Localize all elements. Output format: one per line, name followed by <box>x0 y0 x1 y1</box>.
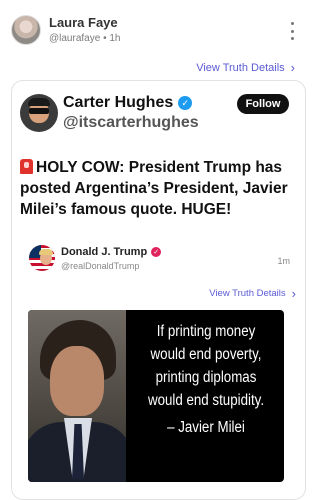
verified-badge-icon: ✓ <box>178 96 193 110</box>
post-time: 1h <box>109 33 121 44</box>
author-handle-time: @laurafaye • 1h <box>49 33 121 44</box>
portrait-photo <box>28 310 126 482</box>
view-truth-details-label: View Truth Details <box>196 61 285 74</box>
outer-post-header: Laura Faye @laurafaye • 1h <box>0 0 313 62</box>
embedded-truth-card[interactable]: Donald J. Trump ✓ @realDonaldTrump 1m Vi… <box>20 231 296 499</box>
avatar[interactable] <box>11 15 41 45</box>
verified-badge-icon: ✓ <box>151 247 162 257</box>
quote-line: would end poverty, <box>150 346 262 363</box>
quoted-author-name[interactable]: Carter Hughes <box>63 94 173 112</box>
view-truth-details-link[interactable]: View Truth Details › <box>196 61 295 74</box>
siren-emoji-icon <box>20 159 33 174</box>
separator: • <box>103 33 107 44</box>
view-truth-details-label: View Truth Details <box>209 288 286 299</box>
quote-line: would end stupidity. <box>147 392 265 409</box>
more-options-icon[interactable] <box>287 22 297 40</box>
follow-button[interactable]: Follow <box>237 94 289 114</box>
avatar[interactable] <box>29 245 55 271</box>
embedded-author-name[interactable]: Donald J. Trump <box>61 246 147 258</box>
quote-line: If printing money <box>156 323 256 340</box>
embedded-view-truth-details-link[interactable]: View Truth Details › <box>209 287 296 300</box>
chevron-right-icon: › <box>291 286 296 301</box>
author-handle[interactable]: @laurafaye <box>49 33 100 44</box>
quoted-post-card[interactable]: Carter Hughes ✓ @itscarterhughes Follow … <box>11 80 306 500</box>
avatar[interactable] <box>20 94 58 132</box>
author-name[interactable]: Laura Faye <box>49 15 118 30</box>
quoted-post-text: HOLY COW: President Trump has posted Arg… <box>20 159 288 218</box>
quote-image[interactable]: If printing money would end poverty, pri… <box>28 310 284 482</box>
embedded-post-time: 1m <box>277 256 290 266</box>
chevron-right-icon: › <box>290 60 295 75</box>
embedded-author-name-row: Donald J. Trump ✓ <box>61 246 162 258</box>
quote-text-block: If printing money would end poverty, pri… <box>128 320 284 439</box>
quoted-post-text-block: HOLY COW: President Trump has posted Arg… <box>20 157 305 220</box>
quote-line: printing diplomas <box>155 369 257 386</box>
quote-attribution: – Javier Milei <box>167 419 245 436</box>
quoted-author-name-row: Carter Hughes ✓ <box>63 94 193 112</box>
quoted-author-handle[interactable]: @itscarterhughes <box>63 114 199 132</box>
embedded-author-handle[interactable]: @realDonaldTrump <box>61 261 139 271</box>
